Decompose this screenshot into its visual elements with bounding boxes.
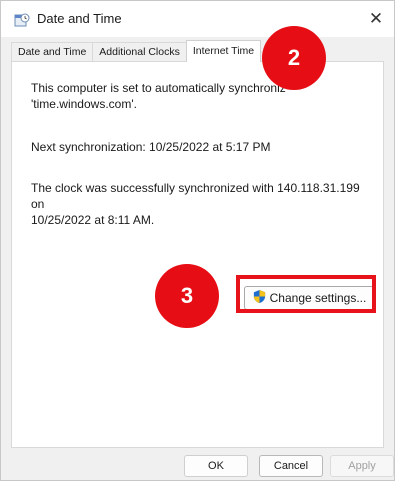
step-3-marker: 3 <box>155 264 219 328</box>
change-settings-highlight <box>236 275 376 313</box>
cancel-button[interactable]: Cancel <box>259 455 323 477</box>
tab-date-and-time[interactable]: Date and Time <box>11 42 94 62</box>
step-2-marker: 2 <box>262 26 326 90</box>
internet-time-panel: This computer is set to automatically sy… <box>11 61 384 448</box>
ok-button[interactable]: OK <box>184 455 248 477</box>
sync-description: This computer is set to automatically sy… <box>31 80 371 112</box>
sync-status-line2: 10/25/2022 at 8:11 AM. <box>31 213 155 227</box>
sync-description-line1: This computer is set to automatically sy… <box>31 81 286 95</box>
date-time-app-icon <box>14 12 30 28</box>
sync-status-line1: The clock was successfully synchronized … <box>31 181 360 211</box>
close-icon: ✕ <box>368 9 384 28</box>
apply-button[interactable]: Apply <box>330 455 394 477</box>
tab-strip: Date and Time Additional Clocks Internet… <box>11 40 262 62</box>
tab-additional-clocks[interactable]: Additional Clocks <box>92 42 187 62</box>
sync-description-line2: 'time.windows.com'. <box>31 97 137 111</box>
next-sync-text: Next synchronization: 10/25/2022 at 5:17… <box>31 140 271 154</box>
date-time-dialog: Date and Time ✕ Date and Time Additional… <box>0 0 395 481</box>
sync-status: The clock was successfully synchronized … <box>31 180 371 228</box>
window-title: Date and Time <box>37 11 122 26</box>
tab-internet-time[interactable]: Internet Time <box>185 40 262 62</box>
title-bar: Date and Time ✕ <box>1 1 394 37</box>
close-button[interactable]: ✕ <box>358 1 394 37</box>
